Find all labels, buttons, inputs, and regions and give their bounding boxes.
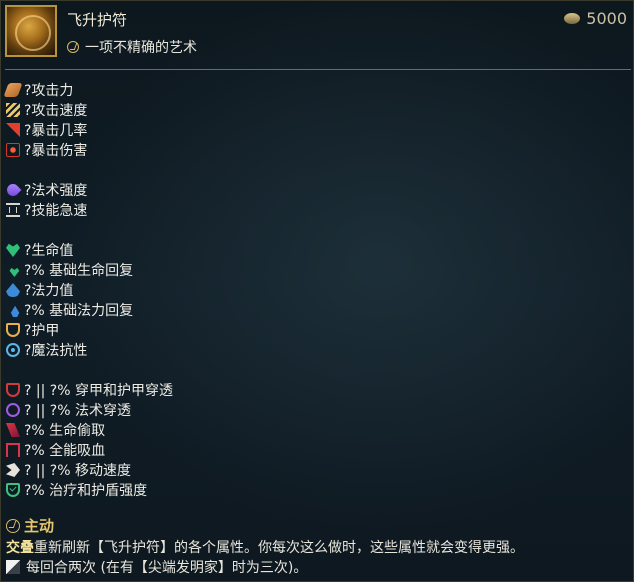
active-description: 交叠重新刷新【飞升护符】的各个属性。你每次这么做时，这些属性就会变得更强。: [6, 537, 524, 557]
move-speed-icon: [6, 463, 20, 477]
magic-pen-icon: [6, 403, 20, 417]
stat-text: ?% 基础法力回复: [24, 303, 134, 319]
stat-row-move-speed: ? || ?% 移动速度: [6, 460, 173, 480]
gold-coin-icon: [564, 13, 581, 24]
crit-damage-icon: [6, 143, 20, 157]
life-steal-icon: [6, 423, 20, 437]
ability-power-icon: [4, 181, 22, 199]
mana-regen-icon: [10, 305, 20, 317]
omnivamp-icon: [6, 443, 20, 457]
stat-row-ability-power: ?法术强度: [4, 180, 173, 200]
armor-pen-icon: [6, 383, 20, 397]
stat-text: ?% 治疗和护盾强度: [24, 483, 148, 499]
stat-text: ?暴击伤害: [24, 143, 88, 159]
active-note-text: 每回合两次 (在有【尖端发明家】时为三次)。: [26, 560, 308, 576]
active-section-title: 主动: [6, 515, 54, 536]
ascension-amulet-icon: [5, 5, 57, 57]
crit-chance-icon: [6, 123, 20, 137]
stat-text: ?攻击力: [24, 83, 74, 99]
magic-resist-icon: [6, 343, 20, 357]
attack-speed-icon: [6, 103, 20, 117]
stat-text: ?法力值: [24, 283, 74, 299]
stat-text: ?暴击几率: [24, 123, 88, 139]
stat-row-magic-resist: ?魔法抗性: [6, 340, 173, 360]
stat-text: ?护甲: [24, 323, 60, 339]
tooltip-header: 飞升护符 一项不精确的艺术 5000: [1, 1, 634, 71]
item-subtitle-text: 一项不精确的艺术: [85, 40, 197, 56]
stat-row-attack-damage: ?攻击力: [3, 80, 173, 100]
active-clock-icon: [6, 518, 20, 533]
stat-row-heal-shield-power: ?% 治疗和护盾强度: [6, 480, 173, 500]
attack-damage-icon: [3, 83, 23, 97]
item-price: 5000: [564, 9, 627, 28]
stat-text: ?生命值: [24, 243, 74, 259]
stat-row-life-steal: ?% 生命偷取: [6, 420, 173, 440]
heart-icon: [6, 243, 20, 257]
active-keyword: 交叠: [6, 540, 34, 556]
header-divider: [5, 69, 631, 70]
active-description-text: 重新刷新【飞升护符】的各个属性。你每次这么做时，这些属性就会变得更强。: [34, 540, 524, 556]
stat-group-gap: [6, 220, 173, 240]
active-note: 每回合两次 (在有【尖端发明家】时为三次)。: [6, 557, 307, 577]
stat-text: ?法术强度: [24, 183, 88, 199]
stat-row-omnivamp: ?% 全能吸血: [6, 440, 173, 460]
stat-text: ? || ?% 穿甲和护甲穿透: [24, 383, 173, 399]
stat-row-magic-pen: ? || ?% 法术穿透: [6, 400, 173, 420]
item-tooltip-panel: 飞升护符 一项不精确的艺术 5000 ?攻击力 ?攻击速度 ?暴击几率 ?暴击伤害 ?法…: [0, 0, 634, 582]
hourglass-icon: [6, 203, 20, 217]
active-clock-icon: [67, 41, 79, 53]
mana-drop-icon: [6, 283, 20, 297]
stat-row-health: ?生命值: [6, 240, 173, 260]
item-title: 飞升护符: [67, 11, 128, 29]
stat-text: ?% 全能吸血: [24, 443, 106, 459]
stat-row-armor: ?护甲: [6, 320, 173, 340]
stat-row-mana: ?法力值: [6, 280, 173, 300]
stat-text: ?% 基础生命回复: [24, 263, 134, 279]
stat-row-ability-haste: ?技能急速: [6, 200, 173, 220]
inventor-icon: [6, 560, 20, 574]
stat-row-crit-damage: ?暴击伤害: [6, 140, 173, 160]
stat-text: ?技能急速: [24, 203, 88, 219]
stat-row-attack-speed: ?攻击速度: [6, 100, 173, 120]
stats-list: ?攻击力 ?攻击速度 ?暴击几率 ?暴击伤害 ?法术强度 ?技能急速 ?生命值 ?% 基础生命…: [3, 80, 173, 500]
stat-text: ?攻击速度: [24, 103, 88, 119]
active-label: 主动: [24, 517, 55, 535]
stat-row-crit-chance: ?暴击几率: [6, 120, 173, 140]
stat-group-gap: [6, 360, 173, 380]
stat-text: ?魔法抗性: [24, 343, 88, 359]
armor-shield-icon: [6, 323, 20, 337]
stat-row-mana-regen: ?% 基础法力回复: [6, 300, 173, 320]
stat-text: ? || ?% 法术穿透: [24, 403, 131, 419]
item-subtitle: 一项不精确的艺术: [67, 37, 197, 57]
heal-shield-icon: [6, 483, 20, 497]
stat-row-health-regen: ?% 基础生命回复: [6, 260, 173, 280]
stat-text: ? || ?% 移动速度: [24, 463, 131, 479]
stat-text: ?% 生命偷取: [24, 423, 106, 439]
health-regen-icon: [9, 267, 20, 277]
item-price-value: 5000: [586, 9, 627, 28]
stat-group-gap: [6, 160, 173, 180]
stat-row-armor-pen: ? || ?% 穿甲和护甲穿透: [6, 380, 173, 400]
